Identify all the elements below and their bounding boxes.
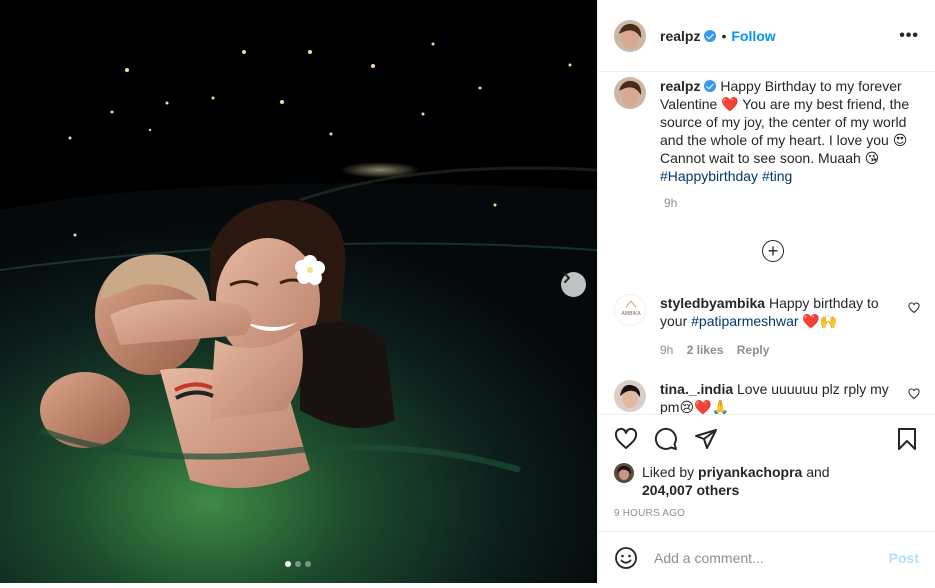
likes-summary: Liked by priyankachopra and 204,007 othe… [614,463,919,499]
caption-text: realpz Happy Birthday to my forever Vale… [660,77,918,185]
post-comment-button[interactable]: Post [889,550,919,566]
post-timestamp[interactable]: 9 HOURS AGO [614,508,919,519]
like-comment-heart-icon[interactable] [908,387,920,403]
comment-meta: 9h 2 likes Reply [660,341,900,359]
action-bar [614,415,919,463]
more-options-icon[interactable]: ••• [899,27,919,44]
post-actions: Liked by priyankachopra and 204,007 othe… [598,414,935,519]
share-paper-plane-icon[interactable] [694,427,718,451]
liker-avatar[interactable] [614,463,634,483]
caption-time[interactable]: 9h [664,196,677,210]
comment-likes[interactable]: 2 likes [687,343,724,357]
hashtag-link[interactable]: #ting [762,168,792,184]
separator-dot: • [721,27,727,44]
like-comment-heart-icon[interactable] [908,301,920,317]
add-comment-bar: Post [598,531,935,583]
likes-text: Liked by priyankachopra and 204,007 othe… [642,463,830,499]
follow-button[interactable]: Follow [731,28,775,44]
caption-meta: 9h [664,196,919,210]
comment-bubble-icon[interactable] [654,427,678,451]
comment-item: AMBIKA styledbyambika Happy birthday to … [614,294,920,359]
reply-button[interactable]: Reply [737,343,770,357]
commenter-avatar[interactable]: AMBIKA [614,294,646,326]
photo-image [0,0,597,583]
chevron-right-icon [564,273,570,283]
caption-avatar[interactable] [614,77,646,109]
carousel-dot [295,561,301,567]
commenter-username[interactable]: styledbyambika [660,295,765,311]
hashtag-link[interactable]: #Happybirthday [660,168,758,184]
comment-text: tina._.india Love uuuuuu plz rply my pm😢… [660,380,900,414]
carousel-next-button[interactable] [561,272,586,297]
comment-emoji: ❤️🙌 [798,313,838,329]
commenter-username[interactable]: tina._.india [660,381,733,397]
carousel-dot [305,561,311,567]
add-comment-input[interactable] [654,549,889,566]
comment-item: tina._.india Love uuuuuu plz rply my pm😢… [614,380,920,414]
comment-time[interactable]: 9h [660,343,673,357]
avatar-logo-text: AMBIKA [621,311,641,317]
comments-section[interactable]: realpz Happy Birthday to my forever Vale… [598,72,935,414]
comment-text: styledbyambika Happy birthday to your #p… [660,294,900,359]
hashtag-link[interactable]: #patiparmeshwar [691,313,798,329]
save-bookmark-icon[interactable] [895,427,919,451]
post-caption: realpz Happy Birthday to my forever Vale… [614,77,919,185]
post-photo[interactable] [0,0,597,583]
post-header: realpz • Follow ••• [598,0,935,72]
emoji-picker-icon[interactable] [614,546,638,570]
liked-by-username[interactable]: priyankachopra [698,464,802,480]
verified-badge-icon [704,29,717,42]
verified-badge-icon [704,80,717,92]
load-more-comments-button[interactable]: + [762,240,784,262]
like-heart-icon[interactable] [614,427,638,451]
liked-by-and: and [806,464,830,480]
commenter-avatar[interactable] [614,380,646,412]
likes-count[interactable]: 204,007 others [642,482,739,498]
carousel-indicator [285,561,311,567]
author-username[interactable]: realpz [660,28,717,44]
caption-username[interactable]: realpz [660,78,700,94]
carousel-dot [285,561,291,567]
author-avatar[interactable] [614,19,646,52]
post-side-panel: realpz • Follow ••• realpz Happy Birthda… [597,0,935,583]
liked-by-prefix: Liked by [642,464,695,480]
